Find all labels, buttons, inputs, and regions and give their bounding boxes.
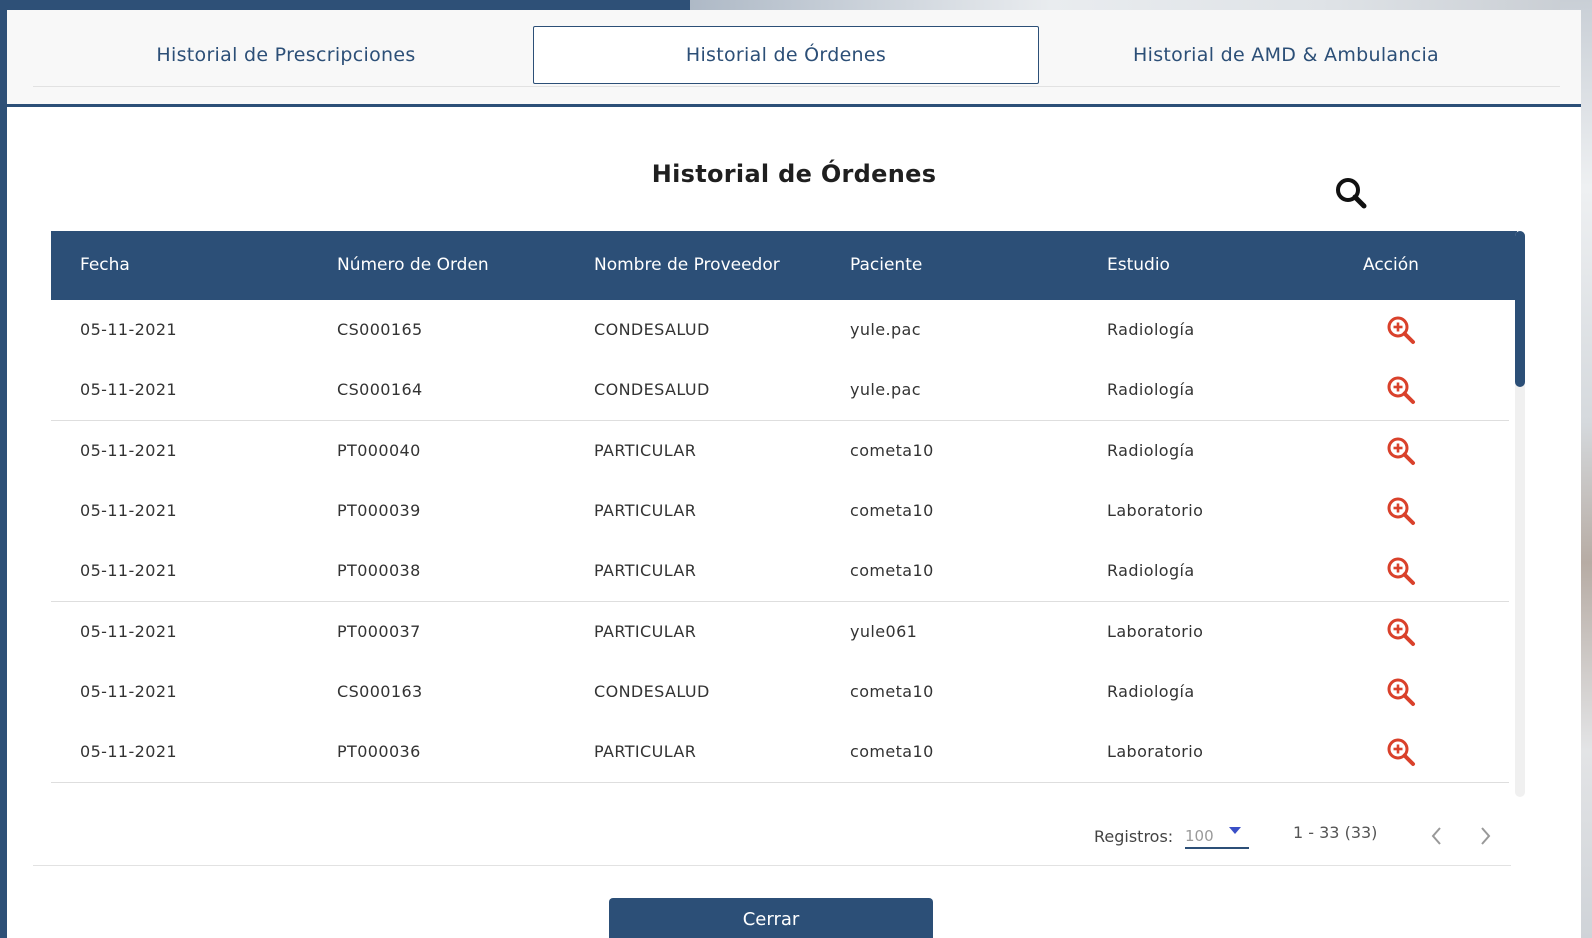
cell-study: Laboratorio <box>1107 500 1204 520</box>
tab-bar: Historial de Prescripciones Historial de… <box>7 10 1581 107</box>
table-row: 05-11-2021 PT000038 PARTICULAR cometa10 Radi… <box>51 541 1509 603</box>
table-row: 05-11-2021 PT000039 PARTICULAR cometa10 Labo… <box>51 480 1509 542</box>
cell-patient: cometa10 <box>850 681 934 701</box>
cell-patient: yule061 <box>850 621 918 641</box>
column-header-date: Fecha <box>80 255 130 275</box>
cell-study: Radiología <box>1107 681 1195 701</box>
cell-study: Laboratorio <box>1107 621 1204 641</box>
zoom-in-icon[interactable] <box>1386 315 1416 345</box>
zoom-in-icon[interactable] <box>1386 556 1416 586</box>
search-icon[interactable] <box>1333 175 1369 211</box>
cell-patient: cometa10 <box>850 500 934 520</box>
cell-provider: CONDESALUD <box>594 380 710 400</box>
cell-order-number: CS000163 <box>337 681 423 701</box>
table-row: 05-11-2021 CS000164 CONDESALUD yule.pac Radi… <box>51 360 1509 422</box>
table-row: 05-11-2021 PT000036 PARTICULAR cometa10 Labo… <box>51 722 1509 784</box>
cell-provider: PARTICULAR <box>594 440 697 460</box>
cell-order-number: PT000037 <box>337 621 421 641</box>
tab-orders[interactable]: Historial de Órdenes <box>533 26 1039 84</box>
cell-study: Radiología <box>1107 440 1195 460</box>
cell-provider: PARTICULAR <box>594 500 697 520</box>
cell-date: 05-11-2021 <box>80 440 177 460</box>
cell-order-number: PT000038 <box>337 561 421 581</box>
cell-order-number: PT000036 <box>337 742 421 762</box>
cell-provider: PARTICULAR <box>594 742 697 762</box>
cell-order-number: CS000164 <box>337 380 423 400</box>
column-header-order-number: Número de Orden <box>337 255 489 275</box>
zoom-in-icon[interactable] <box>1386 617 1416 647</box>
cell-date: 05-11-2021 <box>80 621 177 641</box>
table-header: Fecha Número de Orden Nombre de Proveedo… <box>51 231 1517 300</box>
cell-study: Radiología <box>1107 320 1195 339</box>
page-size-select[interactable]: 100 <box>1185 823 1249 849</box>
cell-order-number: PT000040 <box>337 440 421 460</box>
cell-date: 05-11-2021 <box>80 320 177 339</box>
close-button[interactable]: Cerrar <box>609 898 933 938</box>
cell-order-number: PT000039 <box>337 500 421 520</box>
dropdown-caret-icon <box>1229 827 1241 834</box>
cell-provider: CONDESALUD <box>594 681 710 701</box>
cell-provider: PARTICULAR <box>594 621 697 641</box>
table-scrollbar-thumb[interactable] <box>1515 231 1525 387</box>
column-header-provider: Nombre de Proveedor <box>594 255 780 275</box>
zoom-in-icon[interactable] <box>1386 436 1416 466</box>
order-history-modal: Historial de Prescripciones Historial de… <box>7 10 1581 938</box>
cell-provider: CONDESALUD <box>594 320 710 339</box>
pagination-range: 1 - 33 (33) <box>1293 823 1378 842</box>
zoom-in-icon[interactable] <box>1386 677 1416 707</box>
cell-patient: cometa10 <box>850 742 934 762</box>
tab-prescriptions[interactable]: Historial de Prescripciones <box>33 26 539 84</box>
cell-study: Radiología <box>1107 561 1195 581</box>
cell-patient: cometa10 <box>850 440 934 460</box>
table-row: 05-11-2021 PT000040 PARTICULAR cometa10 Radi… <box>51 420 1509 482</box>
chevron-right-icon[interactable] <box>1473 823 1497 849</box>
table-row: 05-11-2021 CS000163 CONDESALUD cometa10 Radi… <box>51 661 1509 723</box>
records-label: Registros: <box>1094 827 1174 846</box>
orders-table: Fecha Número de Orden Nombre de Proveedo… <box>51 231 1521 801</box>
footer-divider <box>33 865 1511 866</box>
cell-study: Laboratorio <box>1107 742 1204 762</box>
cell-date: 05-11-2021 <box>80 500 177 520</box>
cell-patient: yule.pac <box>850 320 921 339</box>
cell-patient: yule.pac <box>850 380 921 400</box>
cell-date: 05-11-2021 <box>80 742 177 762</box>
column-header-study: Estudio <box>1107 255 1170 275</box>
cell-provider: PARTICULAR <box>594 561 697 581</box>
chevron-left-icon[interactable] <box>1425 823 1449 849</box>
cell-study: Radiología <box>1107 380 1195 400</box>
zoom-in-icon[interactable] <box>1386 737 1416 767</box>
cell-patient: cometa10 <box>850 561 934 581</box>
zoom-in-icon[interactable] <box>1386 375 1416 405</box>
column-header-patient: Paciente <box>850 255 923 275</box>
column-header-action: Acción <box>1363 255 1419 275</box>
page-size-value: 100 <box>1185 827 1214 845</box>
tab-amd-ambulance[interactable]: Historial de AMD & Ambulancia <box>1033 26 1539 84</box>
cell-date: 05-11-2021 <box>80 380 177 400</box>
table-row: 05-11-2021 PT000037 PARTICULAR yule061 Labor… <box>51 601 1509 663</box>
cell-date: 05-11-2021 <box>80 681 177 701</box>
cell-date: 05-11-2021 <box>80 561 177 581</box>
cell-order-number: CS000165 <box>337 320 423 339</box>
tab-divider <box>33 86 1560 87</box>
zoom-in-icon[interactable] <box>1386 496 1416 526</box>
table-row: 05-11-2021 CS000165 CONDESALUD yule.pac Radi… <box>51 300 1509 361</box>
